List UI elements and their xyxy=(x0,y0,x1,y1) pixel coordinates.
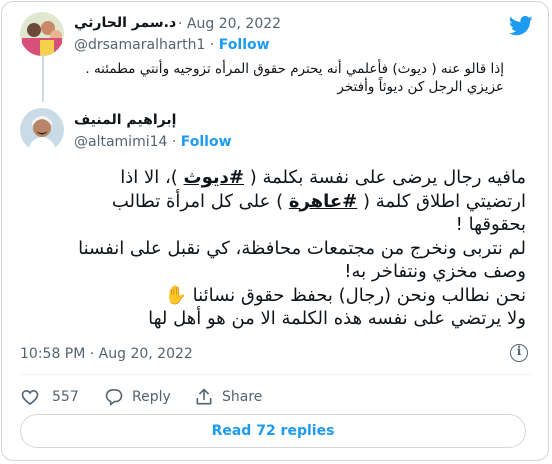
quoted-author-name[interactable]: د.سمر الحارثي xyxy=(74,15,176,31)
quoted-handle[interactable]: @drsamaralharth1 xyxy=(74,37,205,53)
reply-icon xyxy=(105,389,123,406)
quoted-date-row: · Aug 20, 2022 xyxy=(178,16,281,32)
author-avatar[interactable] xyxy=(20,108,64,152)
quoted-tweet-text: إذا قالو عنه ( ديوث) فأعلمي أنه يحترم حق… xyxy=(64,60,504,96)
tweet-text: مافيه رجال يرضى على نفسة بكلمة ( #ديوث )… xyxy=(20,166,526,331)
quoted-author-avatar[interactable] xyxy=(20,12,64,56)
heart-icon xyxy=(21,390,39,406)
hashtag-link[interactable]: #ديوث xyxy=(184,167,244,188)
tweet-line-6: نحن نطالب ونحن (رجال) بحفظ حقوق نسائنا ✋ xyxy=(164,284,526,306)
share-button[interactable]: Share xyxy=(194,386,262,408)
tweet-line-7: ولا يرتضي على نفسه هذه الكلمة الا من هو … xyxy=(148,308,526,329)
tweet-line-5: وصف مخزي ونتفاخر به! xyxy=(344,261,526,282)
separator-dot: · xyxy=(209,37,215,53)
quoted-handle-row: @drsamaralharth1 · Follow xyxy=(74,37,270,53)
separator-dot: · xyxy=(171,134,177,150)
divider xyxy=(20,374,532,375)
tweet-line-4: لم نتربى ونخرج من مجتمعات محافظة، كي نقب… xyxy=(78,237,526,259)
raised-hand-emoji: ✋ xyxy=(164,284,187,306)
quoted-follow-button[interactable]: Follow xyxy=(219,37,270,53)
tweet-line-2: ارتضيتي اطلاق كلمة ( #عاهرة ) على كل امر… xyxy=(111,190,526,212)
reply-label: Reply xyxy=(132,389,171,405)
share-label: Share xyxy=(222,389,263,405)
thread-connector xyxy=(42,54,44,102)
separator-dot: · xyxy=(178,16,183,32)
author-handle-row: @altamimi14 · Follow xyxy=(74,134,232,150)
twitter-bird-icon[interactable] xyxy=(509,16,533,36)
quoted-text-line: عزيزي الرجل كن ديوثاً وأفتخر xyxy=(337,79,504,95)
tweet-timestamp[interactable]: 10:58 PM · Aug 20, 2022 xyxy=(20,346,193,362)
tweet-line-1: مافيه رجال يرضى على نفسة بكلمة ( #ديوث )… xyxy=(120,167,526,188)
reply-button[interactable]: Reply xyxy=(104,386,171,408)
hashtag-link[interactable]: #عاهرة xyxy=(289,191,357,212)
read-replies-button[interactable]: Read 72 replies xyxy=(20,414,526,448)
share-icon xyxy=(196,388,212,405)
quoted-text-line: إذا قالو عنه ( ديوث) فأعلمي أنه يحترم حق… xyxy=(85,61,504,77)
info-icon[interactable] xyxy=(510,344,528,362)
like-button[interactable]: 557 xyxy=(20,386,79,408)
author-handle[interactable]: @altamimi14 xyxy=(74,134,167,150)
like-count: 557 xyxy=(52,389,79,405)
tweet-line-3: بحقوقها ! xyxy=(455,214,526,235)
quoted-date[interactable]: Aug 20, 2022 xyxy=(187,16,281,32)
follow-button[interactable]: Follow xyxy=(181,134,232,150)
author-name[interactable]: إبراهيم المنيف xyxy=(74,112,176,128)
